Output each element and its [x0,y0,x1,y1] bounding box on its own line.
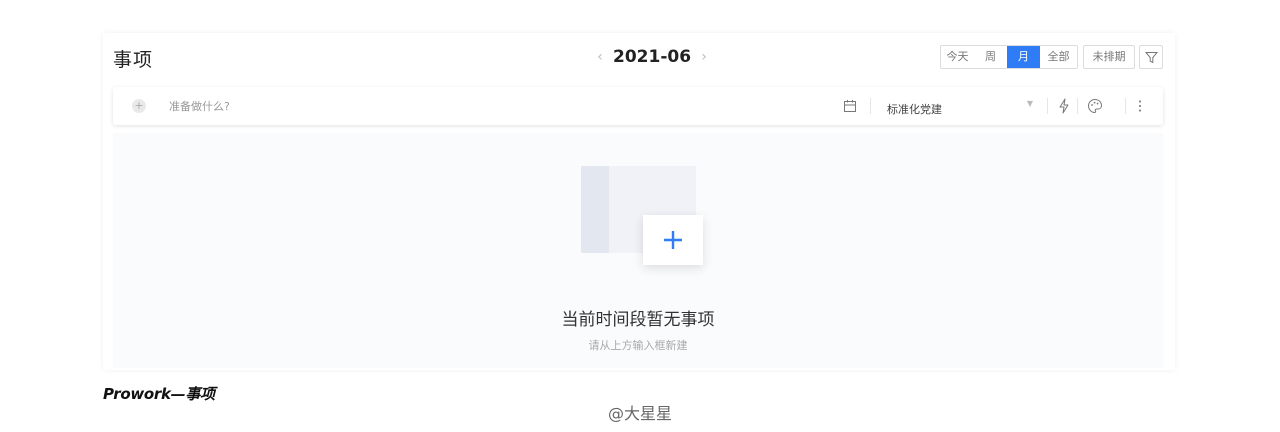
divider [1047,98,1048,114]
project-label: 标准化党建 [887,103,942,116]
palette-icon[interactable] [1087,98,1103,114]
month-navigator: ‹ 2021-06 › [593,47,711,67]
tasks-panel: 事项 ‹ 2021-06 › 今天 周 月 全部 未排期 + 准备做什么? 标准… [103,33,1175,370]
calendar-icon[interactable] [843,99,857,113]
empty-title: 当前时间段暂无事项 [561,310,715,330]
project-select[interactable]: 标准化党建 ▼ [887,98,1033,116]
page-title: 事项 [113,49,154,71]
task-input-bar: + 标准化党建 ▼ [113,87,1163,125]
view-month-button[interactable]: 月 [1007,46,1040,68]
bolt-icon[interactable] [1057,98,1071,114]
add-circle-icon[interactable]: + [132,99,146,113]
empty-state: 当前时间段暂无事项 请从上方输入框新建 [113,133,1163,368]
caret-down-icon: ▼ [1026,99,1033,108]
view-today-button[interactable]: 今天 [941,46,974,68]
filter-icon [1144,51,1158,63]
divider [1077,98,1078,114]
filter-button[interactable] [1139,45,1163,69]
chevron-left-icon[interactable]: ‹ [593,49,607,65]
create-task-button[interactable] [643,215,703,265]
panel-header: 事项 ‹ 2021-06 › 今天 周 月 全部 未排期 [103,33,1175,81]
task-input[interactable] [169,96,769,116]
empty-illustration-strip [581,166,609,253]
unscheduled-button[interactable]: 未排期 [1083,45,1135,69]
view-week-button[interactable]: 周 [974,46,1007,68]
more-vertical-icon[interactable] [1137,98,1143,114]
month-label: 2021-06 [613,47,692,67]
empty-hint: 请从上方输入框新建 [588,339,688,352]
divider [1125,98,1126,114]
view-all-button[interactable]: 全部 [1040,46,1077,68]
divider [870,98,871,114]
watermark: @大星星 [607,404,672,423]
plus-icon [664,231,682,249]
chevron-right-icon[interactable]: › [697,49,711,65]
view-switcher: 今天 周 月 全部 [940,45,1078,69]
